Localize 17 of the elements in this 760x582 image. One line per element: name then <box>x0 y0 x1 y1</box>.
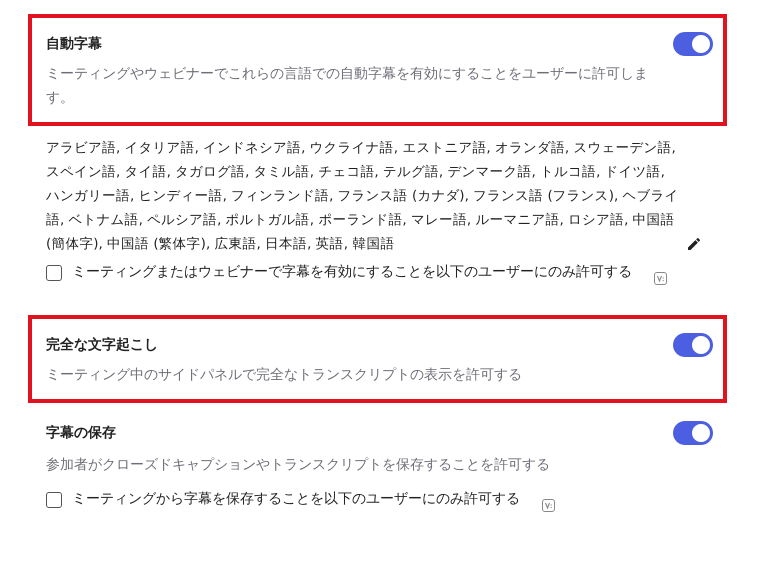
toggle-switch[interactable] <box>673 333 713 357</box>
setting-title: 完全な文字起こし <box>46 336 158 354</box>
checkbox[interactable] <box>46 492 62 508</box>
checkbox-label: ミーティングまたはウェビナーで字幕を有効にすることを以下のユーザーにのみ許可する <box>72 263 632 282</box>
checkbox[interactable] <box>46 265 62 281</box>
checkbox-label: ミーティングから字幕を保存することを以下のユーザーにのみ許可する <box>72 490 520 509</box>
language-list: アラビア語, イタリア語, インドネシア語, ウクライナ語, エストニア語, オランダ語, スウェーデン語, スペイン語, タイ語, タガログ語, タミル語, チェコ語, テルグ語, デンマーク語, トルコ語, ドイツ語, ハンガリー語, ヒンディー語, フィンランド語, フランス語 (カナダ), フランス語 (フランス), ヘブライ語, ベトナム語, ペルシア語, ポルトガル語, ポーランド語, マレー語, ルーマニア語, ロシア語, 中国語 (簡体字), 中国語 (繁体字), 広東語, 日本語, 英語, 韓国語 <box>46 136 681 256</box>
setting-title: 自動字幕 <box>46 35 102 53</box>
info-badge-icon <box>654 272 667 285</box>
setting-description: ミーティング中のサイドパネルで完全なトランスクリプトの表示を許可する <box>46 366 523 385</box>
info-badge-icon <box>542 499 555 512</box>
setting-description: 参加者がクローズドキャプションやトランスクリプトを保存することを許可する <box>46 456 551 475</box>
toggle-switch[interactable] <box>673 421 713 445</box>
setting-title: 字幕の保存 <box>46 424 116 442</box>
toggle-switch[interactable] <box>673 32 713 56</box>
pencil-icon[interactable] <box>687 237 701 251</box>
setting-description: ミーティングやウェビナーでこれらの言語での自動字幕を有効にすることをユーザーに許可します。 <box>46 65 649 108</box>
